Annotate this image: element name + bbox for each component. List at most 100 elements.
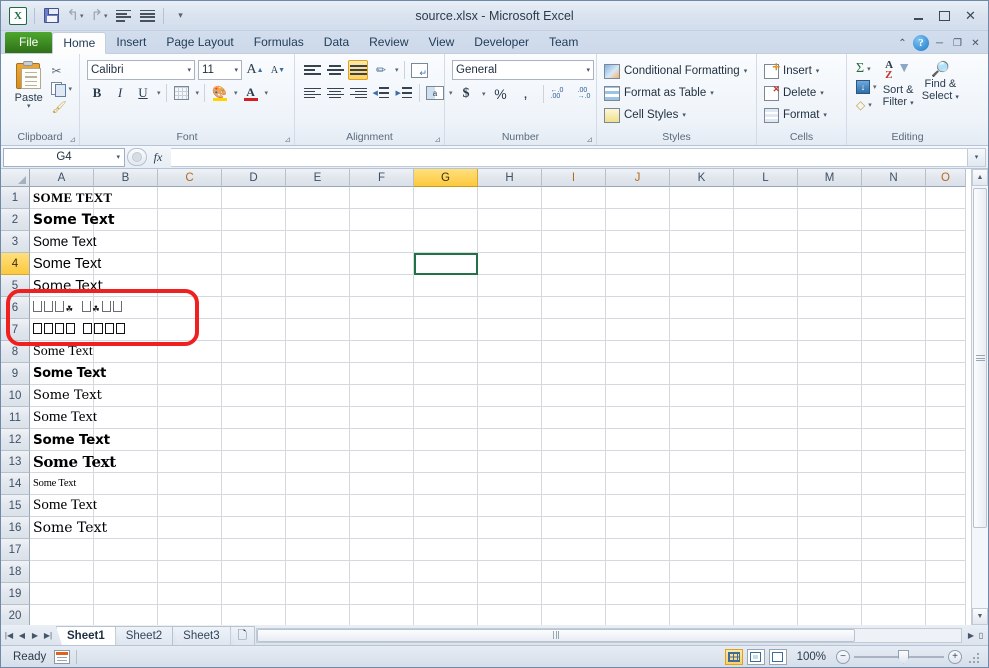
cell-F1[interactable]	[350, 187, 414, 209]
cell-E12[interactable]	[286, 429, 350, 451]
cell-H3[interactable]	[478, 231, 542, 253]
cell-K7[interactable]	[670, 319, 734, 341]
cell-I5[interactable]	[542, 275, 606, 297]
cell-F5[interactable]	[350, 275, 414, 297]
zoom-level[interactable]: 100%	[791, 651, 832, 663]
align-left-button[interactable]	[302, 83, 322, 103]
chevron-down-icon[interactable]: ▾	[823, 111, 827, 119]
excel-logo-icon[interactable]: X	[7, 5, 29, 27]
window-restore-icon[interactable]: ❐	[950, 38, 965, 49]
row-header-10[interactable]: 10	[1, 385, 30, 407]
first-sheet-button[interactable]: |◀	[4, 631, 14, 640]
cell-area[interactable]: SOME TEXTSome TextSome TextSome TextSome…	[30, 187, 971, 625]
cell-F13[interactable]	[350, 451, 414, 473]
name-box[interactable]: G4 ▾	[3, 148, 125, 167]
cell-I7[interactable]	[542, 319, 606, 341]
cell-H12[interactable]	[478, 429, 542, 451]
font-dialog-launcher[interactable]	[282, 135, 291, 144]
chevron-down-icon[interactable]: ▾	[816, 67, 820, 75]
column-header-I[interactable]: I	[542, 169, 606, 187]
page-break-preview-button[interactable]	[769, 649, 787, 665]
cell-E11[interactable]	[286, 407, 350, 429]
cell-M6[interactable]	[798, 297, 862, 319]
cell-J18[interactable]	[606, 561, 670, 583]
cell-D12[interactable]	[222, 429, 286, 451]
cell-O15[interactable]	[926, 495, 966, 517]
cell-L5[interactable]	[734, 275, 798, 297]
cell-K15[interactable]	[670, 495, 734, 517]
cell-M2[interactable]	[798, 209, 862, 231]
cell-G14[interactable]	[414, 473, 478, 495]
cell-I3[interactable]	[542, 231, 606, 253]
cell-N1[interactable]	[862, 187, 926, 209]
cell-H2[interactable]	[478, 209, 542, 231]
cell-A16[interactable]: Some Text	[30, 517, 94, 539]
cell-F10[interactable]	[350, 385, 414, 407]
column-header-G[interactable]: G	[414, 169, 478, 187]
cell-J6[interactable]	[606, 297, 670, 319]
cell-I2[interactable]	[542, 209, 606, 231]
zoom-slider-thumb[interactable]	[898, 650, 909, 664]
cell-A17[interactable]	[30, 539, 94, 561]
column-header-B[interactable]: B	[94, 169, 158, 187]
cell-H19[interactable]	[478, 583, 542, 605]
cell-D10[interactable]	[222, 385, 286, 407]
cell-A14[interactable]: Some Text	[30, 473, 94, 495]
cell-I11[interactable]	[542, 407, 606, 429]
cell-O16[interactable]	[926, 517, 966, 539]
cell-B11[interactable]	[94, 407, 158, 429]
cell-D13[interactable]	[222, 451, 286, 473]
font-name-combo[interactable]: Calibri ▾	[87, 60, 195, 80]
cell-L1[interactable]	[734, 187, 798, 209]
chevron-down-icon[interactable]: ▾	[873, 83, 877, 91]
column-header-D[interactable]: D	[222, 169, 286, 187]
align-right-button[interactable]	[348, 83, 368, 103]
cell-G2[interactable]	[414, 209, 478, 231]
cell-K9[interactable]	[670, 363, 734, 385]
cell-O3[interactable]	[926, 231, 966, 253]
cell-K14[interactable]	[670, 473, 734, 495]
cell-A8[interactable]: Some Text	[30, 341, 94, 363]
cell-F18[interactable]	[350, 561, 414, 583]
cell-E14[interactable]	[286, 473, 350, 495]
cell-styles-button[interactable]: Cell Styles ▾	[604, 105, 747, 125]
middle-align-button[interactable]	[325, 60, 345, 80]
cell-D8[interactable]	[222, 341, 286, 363]
column-header-M[interactable]: M	[798, 169, 862, 187]
cell-A7[interactable]	[30, 319, 94, 341]
bold-button[interactable]: B	[87, 83, 107, 103]
cell-A6[interactable]: ☘☘	[30, 297, 94, 319]
cell-H8[interactable]	[478, 341, 542, 363]
chevron-down-icon[interactable]: ▾	[395, 66, 399, 74]
row-header-1[interactable]: 1	[1, 187, 30, 209]
cell-F11[interactable]	[350, 407, 414, 429]
record-macro-icon[interactable]	[54, 650, 70, 664]
cell-C7[interactable]	[158, 319, 222, 341]
cell-O11[interactable]	[926, 407, 966, 429]
cell-C2[interactable]	[158, 209, 222, 231]
column-header-E[interactable]: E	[286, 169, 350, 187]
cell-L19[interactable]	[734, 583, 798, 605]
cell-G6[interactable]	[414, 297, 478, 319]
cell-N17[interactable]	[862, 539, 926, 561]
cell-H18[interactable]	[478, 561, 542, 583]
cell-B5[interactable]	[94, 275, 158, 297]
cell-E20[interactable]	[286, 605, 350, 625]
cell-L15[interactable]	[734, 495, 798, 517]
tab-insert[interactable]: Insert	[106, 32, 156, 53]
cell-F12[interactable]	[350, 429, 414, 451]
cell-K20[interactable]	[670, 605, 734, 625]
cell-C5[interactable]	[158, 275, 222, 297]
chevron-down-icon[interactable]: ▾	[234, 89, 238, 97]
row-header-13[interactable]: 13	[1, 451, 30, 473]
help-icon[interactable]: ?	[913, 35, 929, 51]
cell-A20[interactable]	[30, 605, 94, 625]
increase-indent-button[interactable]	[394, 83, 414, 103]
cell-G8[interactable]	[414, 341, 478, 363]
cell-H16[interactable]	[478, 517, 542, 539]
chevron-down-icon[interactable]: ▾	[482, 90, 486, 98]
row-header-8[interactable]: 8	[1, 341, 30, 363]
sheet-tab-sheet1[interactable]: Sheet1	[56, 626, 116, 645]
cell-G4[interactable]	[414, 253, 478, 275]
sheet-tab-sheet2[interactable]: Sheet2	[115, 626, 173, 645]
